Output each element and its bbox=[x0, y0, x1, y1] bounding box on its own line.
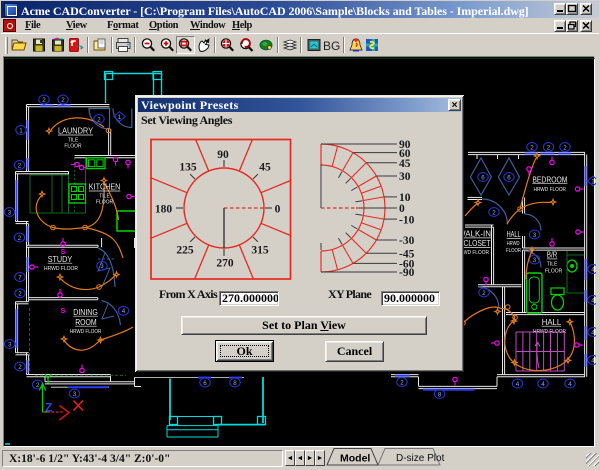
svg-text:6: 6 bbox=[481, 174, 485, 181]
svg-text:270: 270 bbox=[216, 258, 234, 270]
svg-text:0: 0 bbox=[275, 204, 281, 216]
svg-text:135: 135 bbox=[179, 162, 197, 174]
svg-text:-60: -60 bbox=[399, 259, 415, 271]
svg-text:315: 315 bbox=[251, 245, 269, 257]
svg-text:CLOSET: CLOSET bbox=[464, 239, 491, 248]
svg-text:4: 4 bbox=[568, 381, 572, 388]
svg-text:45: 45 bbox=[259, 162, 271, 174]
svg-text:2: 2 bbox=[61, 97, 65, 104]
svg-text:6: 6 bbox=[203, 380, 207, 387]
svg-text:LAUNDRY: LAUNDRY bbox=[58, 126, 93, 136]
svg-text:KITCHEN: KITCHEN bbox=[89, 183, 121, 192]
svg-text:90: 90 bbox=[217, 149, 229, 161]
svg-text:HRWD FLOOR: HRWD FLOOR bbox=[70, 329, 102, 335]
svg-text:ROOM: ROOM bbox=[75, 317, 97, 327]
svg-text:STUDY: STUDY bbox=[48, 254, 73, 264]
svg-text:4: 4 bbox=[541, 381, 545, 388]
svg-text:HRWD: HRWD bbox=[507, 241, 520, 247]
svg-text:DINING: DINING bbox=[73, 307, 98, 317]
svg-text:3: 3 bbox=[533, 257, 537, 264]
svg-text:BEDROOM: BEDROOM bbox=[532, 175, 567, 184]
svg-text:2: 2 bbox=[42, 97, 46, 104]
svg-text:7: 7 bbox=[18, 274, 22, 281]
svg-text:2: 2 bbox=[547, 144, 551, 151]
svg-text:S: S bbox=[61, 308, 66, 315]
svg-text:8: 8 bbox=[233, 380, 237, 387]
svg-text:TILE: TILE bbox=[547, 262, 558, 268]
svg-text:D-size Plot: D-size Plot bbox=[396, 453, 445, 464]
svg-text:3: 3 bbox=[100, 263, 104, 270]
svg-text:3: 3 bbox=[8, 209, 12, 216]
svg-text:2: 2 bbox=[563, 144, 567, 151]
svg-text:4: 4 bbox=[591, 329, 595, 336]
svg-text:FLOOR: FLOOR bbox=[64, 143, 82, 149]
svg-text:2: 2 bbox=[97, 116, 101, 123]
svg-text:HALL: HALL bbox=[507, 230, 521, 239]
svg-text:1: 1 bbox=[19, 127, 23, 134]
svg-text:3: 3 bbox=[533, 232, 537, 239]
svg-text:6: 6 bbox=[507, 174, 511, 181]
svg-text:Z: Z bbox=[45, 401, 52, 415]
svg-text:3: 3 bbox=[73, 391, 77, 398]
svg-text:-10: -10 bbox=[399, 214, 415, 226]
svg-text:8: 8 bbox=[438, 391, 442, 398]
svg-text:B/R: B/R bbox=[547, 251, 558, 260]
svg-text:2: 2 bbox=[36, 382, 40, 389]
svg-text:225: 225 bbox=[176, 245, 194, 257]
svg-text:4: 4 bbox=[591, 357, 595, 364]
svg-text:45: 45 bbox=[399, 158, 411, 170]
svg-text:2: 2 bbox=[492, 209, 496, 216]
svg-text:FLOOR: FLOOR bbox=[96, 199, 114, 205]
svg-text:0: 0 bbox=[399, 203, 405, 215]
svg-text:-90: -90 bbox=[399, 267, 415, 279]
svg-text:2: 2 bbox=[18, 364, 22, 371]
svg-text:3: 3 bbox=[8, 341, 12, 348]
svg-text:-45: -45 bbox=[399, 249, 415, 261]
svg-text:4: 4 bbox=[516, 381, 520, 388]
svg-text:60: 60 bbox=[399, 148, 411, 160]
svg-text:2: 2 bbox=[400, 379, 404, 386]
svg-text:HRWD FLOOR: HRWD FLOOR bbox=[44, 266, 78, 272]
svg-text:4: 4 bbox=[591, 266, 595, 273]
svg-text:180: 180 bbox=[155, 204, 173, 216]
svg-text:HALL: HALL bbox=[542, 318, 562, 327]
svg-text:2: 2 bbox=[482, 290, 486, 297]
svg-text:4: 4 bbox=[591, 297, 595, 304]
svg-text:1: 1 bbox=[591, 178, 595, 185]
svg-text:-30: -30 bbox=[399, 235, 415, 247]
svg-text:2: 2 bbox=[18, 291, 22, 298]
svg-text:Model: Model bbox=[340, 453, 370, 465]
svg-text:2: 2 bbox=[530, 144, 534, 151]
svg-text:30: 30 bbox=[399, 171, 411, 183]
svg-text:4: 4 bbox=[122, 308, 126, 315]
svg-text:FLOOR: FLOOR bbox=[545, 269, 563, 275]
svg-text:2: 2 bbox=[18, 162, 22, 169]
svg-text:FLOOR: FLOOR bbox=[506, 248, 521, 254]
svg-text:90: 90 bbox=[399, 139, 411, 151]
svg-text:10: 10 bbox=[399, 192, 411, 204]
svg-text:2: 2 bbox=[18, 235, 22, 242]
svg-text:1: 1 bbox=[118, 114, 122, 121]
svg-text:HRWD FLOOR: HRWD FLOOR bbox=[534, 187, 567, 193]
